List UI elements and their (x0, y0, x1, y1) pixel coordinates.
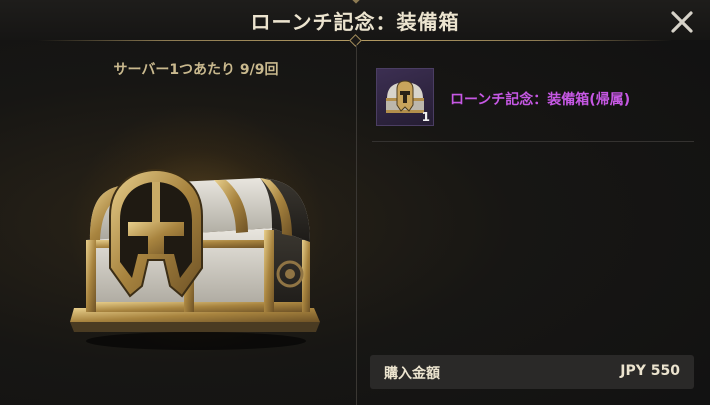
dialog-title: ローンチ記念：装備箱 (250, 10, 460, 34)
item-divider (372, 141, 694, 142)
panel-divider (356, 44, 357, 405)
purchase-limit-text: サーバー1つあたり 9/9回 (113, 62, 279, 78)
dialog-window: ローンチ記念：装備箱 サーバー1つあたり 9/9回 1 ローンチ記念：装備箱(帰… (0, 0, 710, 405)
price-label: 購入金額 (384, 366, 440, 382)
close-button[interactable] (666, 6, 698, 38)
item-icon-frame: 1 (376, 68, 434, 126)
treasure-chest-image (70, 168, 320, 350)
reward-item-row[interactable]: 1 ローンチ記念：装備箱(帰属) (372, 64, 694, 134)
price-value: JPY 550 (620, 363, 680, 379)
purchase-price-bar: 購入金額 JPY 550 (370, 355, 694, 389)
title-ornament (350, 0, 362, 4)
chest-preview-panel: サーバー1つあたり 9/9回 (38, 44, 354, 405)
item-name: ローンチ記念：装備箱(帰属) (450, 92, 631, 108)
item-quantity: 1 (421, 110, 430, 124)
close-x-icon (671, 11, 693, 33)
